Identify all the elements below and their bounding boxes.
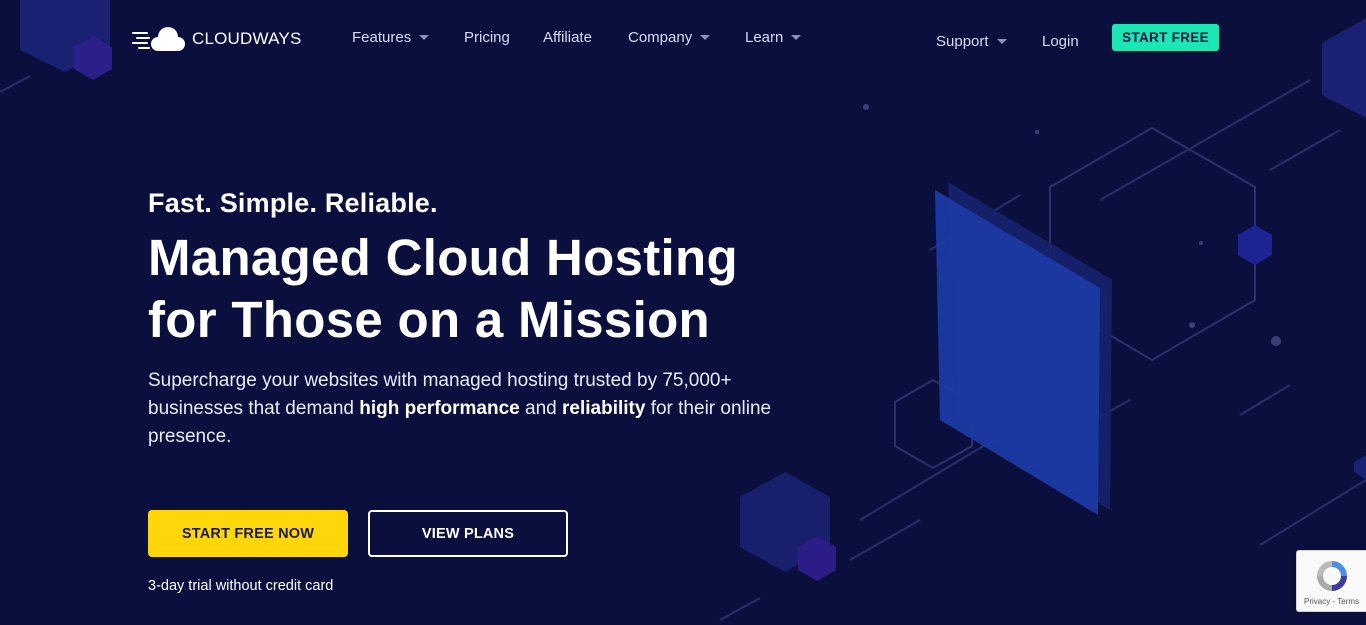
nav-learn-label: Learn (745, 29, 784, 46)
nav-learn[interactable]: Learn (745, 29, 802, 46)
recaptcha-links[interactable]: Privacy - Terms (1304, 597, 1359, 606)
desc-bold-performance: high performance (359, 398, 520, 419)
nav-company[interactable]: Company (628, 29, 711, 46)
nav-support-label: Support (936, 33, 989, 50)
nav-company-label: Company (628, 29, 693, 46)
cloud-logo-icon (132, 27, 185, 51)
nav-pricing[interactable]: Pricing (464, 29, 510, 46)
headline-line-2: for Those on a Mission (148, 291, 710, 348)
nav-features-label: Features (352, 29, 412, 46)
caret-down-icon (791, 35, 802, 40)
start-free-button[interactable]: START FREE (1112, 24, 1219, 51)
recaptcha-badge[interactable]: Privacy - Terms (1296, 550, 1366, 612)
desc-bold-reliability: reliability (562, 398, 646, 419)
nav-support[interactable]: Support (936, 33, 1007, 50)
hero-section: Fast. Simple. Reliable. Managed Cloud Ho… (148, 188, 828, 451)
desc-text-2: and (519, 398, 562, 419)
caret-down-icon (419, 35, 430, 40)
hero-headline: Managed Cloud Hosting for Those on a Mis… (148, 227, 828, 351)
nav-login-label: Login (1042, 33, 1079, 50)
nav-features[interactable]: Features (352, 29, 430, 46)
nav-affiliate-label: Affiliate (543, 29, 592, 46)
caret-down-icon (996, 39, 1007, 44)
hero-description: Supercharge your websites with managed h… (148, 367, 808, 451)
trial-note: 3-day trial without credit card (148, 578, 334, 594)
headline-line-1: Managed Cloud Hosting (148, 229, 738, 286)
brand-name: CLOUDWAYS (192, 29, 302, 48)
caret-down-icon (700, 35, 711, 40)
view-plans-button[interactable]: VIEW PLANS (368, 510, 568, 557)
start-free-now-button[interactable]: START FREE NOW (148, 510, 348, 557)
brand-logo[interactable]: CLOUDWAYS (132, 24, 301, 54)
top-navigation: CLOUDWAYS Features Pricing Affiliate Com… (0, 0, 1366, 80)
recaptcha-icon (1316, 561, 1347, 591)
hero-tagline: Fast. Simple. Reliable. (148, 188, 438, 218)
nav-pricing-label: Pricing (464, 29, 510, 46)
nav-login[interactable]: Login (1042, 33, 1079, 50)
nav-affiliate[interactable]: Affiliate (543, 29, 592, 46)
